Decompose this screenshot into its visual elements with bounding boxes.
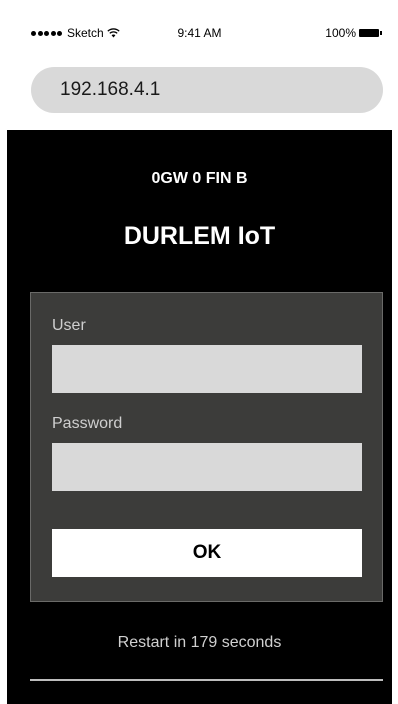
bezel-left xyxy=(0,0,7,704)
login-card: User Password OK xyxy=(30,292,383,602)
battery-percent: 100% xyxy=(325,26,356,40)
page-title: DURLEM IoT xyxy=(123,222,276,250)
url-bar[interactable]: 192.168.4.1 xyxy=(31,67,383,113)
bezel-right xyxy=(392,0,398,704)
user-input[interactable] xyxy=(52,345,362,393)
device-id: 0GW 0 FIN B xyxy=(151,170,248,187)
password-input[interactable] xyxy=(52,443,362,491)
phone-screen: Sketch 9:41 AM 100% 192.168.4.1 0GW 0 FI… xyxy=(0,0,398,704)
battery-icon xyxy=(359,29,379,37)
password-label: Password xyxy=(52,415,123,432)
divider xyxy=(30,679,383,681)
status-battery: 100% xyxy=(325,26,382,40)
battery-tip xyxy=(380,31,382,35)
user-label: User xyxy=(52,317,86,334)
main-content: 0GW 0 FIN B DURLEM IoT User Password OK … xyxy=(7,130,392,704)
browser-address-area: 192.168.4.1 xyxy=(7,52,392,130)
restart-countdown: Restart in 179 seconds xyxy=(117,634,282,651)
ok-button[interactable]: OK xyxy=(52,529,362,577)
